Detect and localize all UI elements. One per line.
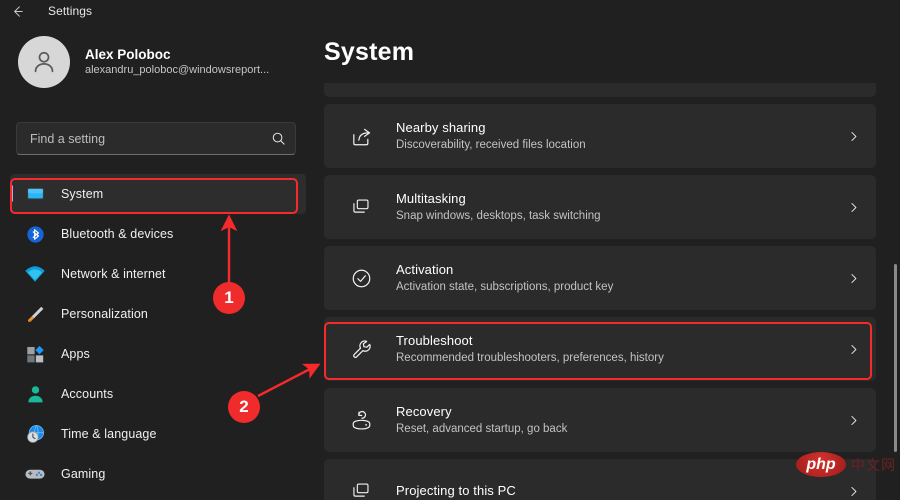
card-texts: Multitasking Snap windows, desktops, tas…: [396, 190, 830, 224]
sidebar-item-label: Apps: [61, 347, 90, 361]
card-subtitle: Snap windows, desktops, task switching: [396, 208, 830, 224]
chevron-right-icon[interactable]: [830, 272, 876, 285]
search-input[interactable]: [17, 132, 261, 146]
sidebar-item-gaming[interactable]: Gaming: [10, 454, 306, 494]
window-title: Settings: [48, 4, 92, 18]
wrench-icon: [346, 334, 376, 364]
chevron-right-icon[interactable]: [830, 130, 876, 143]
watermark-logo: php: [796, 452, 846, 477]
sidebar-item-personalization[interactable]: Personalization: [10, 294, 306, 334]
card-texts: Activation Activation state, subscriptio…: [396, 261, 830, 295]
paintbrush-icon: [22, 303, 48, 325]
card-texts: Recovery Reset, advanced startup, go bac…: [396, 403, 830, 437]
search-box[interactable]: [16, 122, 296, 155]
person-icon: [22, 383, 48, 405]
title-bar: Settings: [0, 0, 900, 22]
bluetooth-icon: [22, 223, 48, 245]
sidebar-item-label: Network & internet: [61, 267, 166, 281]
account-text: Alex Poloboc alexandru_poloboc@windowsre…: [85, 46, 269, 78]
account-email: alexandru_poloboc@windowsreport...: [85, 63, 269, 78]
selection-indicator: [10, 185, 13, 202]
sidebar-item-system[interactable]: System: [10, 174, 306, 214]
wifi-icon: [22, 263, 48, 285]
settings-window: Settings Alex Poloboc alexandru_poloboc@…: [0, 0, 900, 500]
check-circle-icon: [346, 263, 376, 293]
card-texts: Projecting to this PC: [396, 482, 830, 500]
sidebar-nav: System Bluetooth & devices: [10, 174, 306, 494]
back-arrow-icon: [10, 4, 25, 19]
apps-icon: [22, 343, 48, 365]
card-subtitle: Reset, advanced startup, go back: [396, 421, 830, 437]
avatar: [18, 36, 70, 88]
card-subtitle: Activation state, subscriptions, product…: [396, 279, 830, 295]
settings-card-multitasking[interactable]: Multitasking Snap windows, desktops, tas…: [324, 175, 876, 239]
sidebar-item-label: Bluetooth & devices: [61, 227, 173, 241]
card-title: Nearby sharing: [396, 119, 830, 137]
settings-card-nearby-sharing[interactable]: Nearby sharing Discoverability, received…: [324, 104, 876, 168]
clipped-card-above[interactable]: [324, 83, 876, 97]
sidebar-item-apps[interactable]: Apps: [10, 334, 306, 374]
clock-globe-icon: [22, 423, 48, 445]
card-title: Troubleshoot: [396, 332, 830, 350]
gamepad-icon: [22, 463, 48, 485]
sidebar-item-label: Accounts: [61, 387, 113, 401]
annotation-marker-2: 2: [228, 391, 260, 423]
scrollbar-thumb[interactable]: [894, 264, 897, 452]
annotation-marker-1: 1: [213, 282, 245, 314]
settings-card-projecting-to-this-pc[interactable]: Projecting to this PC: [324, 459, 876, 500]
monitor-icon: [22, 183, 48, 205]
sidebar: Alex Poloboc alexandru_poloboc@windowsre…: [0, 22, 316, 500]
search-icon[interactable]: [261, 131, 295, 146]
sidebar-item-label: Time & language: [61, 427, 157, 441]
sidebar-item-network-internet[interactable]: Network & internet: [10, 254, 306, 294]
watermark: php 中文网: [796, 452, 896, 477]
recovery-disk-icon: [346, 405, 376, 435]
card-texts: Nearby sharing Discoverability, received…: [396, 119, 830, 153]
sidebar-item-accounts[interactable]: Accounts: [10, 374, 306, 414]
settings-card-troubleshoot[interactable]: Troubleshoot Recommended troubleshooters…: [324, 317, 876, 381]
sidebar-item-label: Personalization: [61, 307, 148, 321]
sidebar-item-time-language[interactable]: Time & language: [10, 414, 306, 454]
chevron-right-icon[interactable]: [830, 485, 876, 498]
card-title: Recovery: [396, 403, 830, 421]
watermark-suffix: 中文网: [851, 455, 896, 475]
card-title: Activation: [396, 261, 830, 279]
page-title: System: [324, 38, 414, 67]
sidebar-item-label: Gaming: [61, 467, 105, 481]
settings-list: Nearby sharing Discoverability, received…: [324, 83, 876, 500]
sidebar-item-label: System: [61, 187, 103, 201]
sidebar-item-bluetooth-devices[interactable]: Bluetooth & devices: [10, 214, 306, 254]
settings-card-recovery[interactable]: Recovery Reset, advanced startup, go bac…: [324, 388, 876, 452]
chevron-right-icon[interactable]: [830, 201, 876, 214]
card-title: Projecting to this PC: [396, 482, 830, 500]
card-subtitle: Recommended troubleshooters, preferences…: [396, 350, 830, 366]
card-subtitle: Discoverability, received files location: [396, 137, 830, 153]
settings-card-activation[interactable]: Activation Activation state, subscriptio…: [324, 246, 876, 310]
card-title: Multitasking: [396, 190, 830, 208]
projecting-icon: [346, 476, 376, 500]
card-texts: Troubleshoot Recommended troubleshooters…: [396, 332, 830, 366]
chevron-right-icon[interactable]: [830, 414, 876, 427]
account-header[interactable]: Alex Poloboc alexandru_poloboc@windowsre…: [18, 34, 303, 90]
account-name: Alex Poloboc: [85, 46, 269, 63]
share-icon: [346, 121, 376, 151]
back-button[interactable]: [0, 0, 34, 22]
windows-stack-icon: [346, 192, 376, 222]
main-content: System Nearby sharing Discoverability, r…: [316, 22, 900, 500]
chevron-right-icon[interactable]: [830, 343, 876, 356]
